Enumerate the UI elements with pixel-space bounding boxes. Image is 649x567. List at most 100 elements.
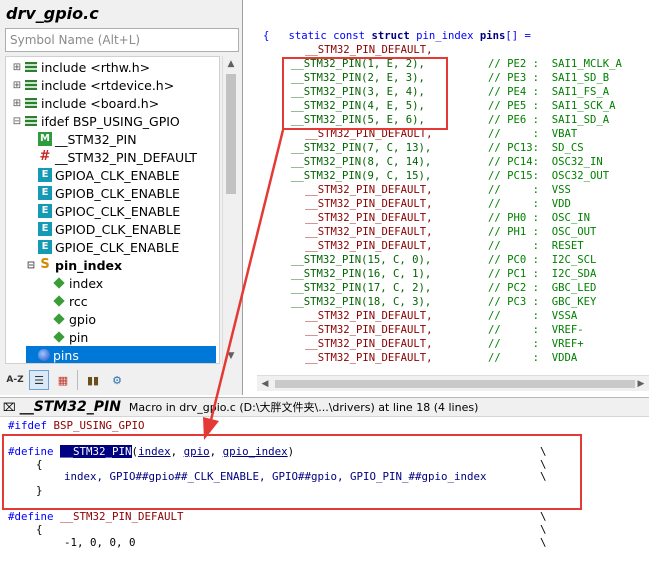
tree-item[interactable]: E GPIOB_CLK_ENABLE bbox=[26, 184, 216, 202]
tree-item[interactable]: E GPIOC_CLK_ENABLE bbox=[26, 202, 216, 220]
macro-definition-view[interactable]: #ifdef BSP_USING_GPIO #define __STM32_PI… bbox=[0, 418, 649, 567]
symbol-search-input[interactable] bbox=[5, 28, 239, 52]
tree-item[interactable]: ⊞ include <rthw.h> bbox=[12, 58, 216, 76]
category-view-icon[interactable]: ▦ bbox=[53, 370, 73, 390]
tree-scrollbar[interactable]: ▲ ▼ bbox=[222, 56, 238, 364]
pin-comment: // : VDD bbox=[488, 198, 571, 210]
include-icon bbox=[24, 78, 38, 92]
tree-item-label: GPIOE_CLK_ENABLE bbox=[55, 239, 180, 255]
tree-item-label: pins bbox=[53, 347, 79, 363]
expand-toggle-icon[interactable]: ⊞ bbox=[12, 80, 22, 91]
tree-item[interactable]: pin bbox=[40, 328, 216, 346]
include-icon bbox=[24, 114, 38, 128]
tree-item[interactable]: M __STM32_PIN bbox=[26, 130, 216, 148]
tree-item-label: ifdef BSP_USING_GPIO bbox=[41, 113, 180, 129]
pin-comment: // PC0 : I2C_SCL bbox=[488, 254, 597, 266]
tree-item[interactable]: ⊞ include <rtdevice.h> bbox=[12, 76, 216, 94]
tree-item[interactable]: E GPIOE_CLK_ENABLE bbox=[26, 238, 216, 256]
pin-comment: // : RESET bbox=[488, 240, 584, 252]
info-macro-name: __STM32_PIN bbox=[19, 399, 121, 415]
tree-item[interactable]: pins bbox=[26, 346, 216, 363]
pin-comment: // PC1 : I2C_SDA bbox=[488, 268, 597, 280]
tree-item-label: pin bbox=[69, 329, 89, 345]
hscroll-thumb[interactable] bbox=[275, 380, 635, 388]
tree-item[interactable]: E GPIOA_CLK_ENABLE bbox=[26, 166, 216, 184]
define-icon: # bbox=[39, 149, 51, 164]
ifdef-line: #ifdef BSP_USING_GPIO bbox=[8, 419, 145, 433]
pin-macro: __STM32_PIN_DEFAULT, bbox=[305, 198, 433, 210]
pin-macro: __STM32_PIN_DEFAULT, bbox=[305, 324, 433, 336]
tree-item-label: GPIOC_CLK_ENABLE bbox=[55, 203, 181, 219]
include-icon bbox=[24, 60, 38, 74]
pin-comment: // PC2 : GBC_LED bbox=[488, 282, 597, 294]
variable-icon bbox=[38, 349, 50, 361]
tree-item-label: include <board.h> bbox=[41, 95, 160, 111]
continuation-5: \ bbox=[540, 523, 547, 536]
scroll-right-icon[interactable]: ▶ bbox=[633, 376, 649, 392]
pin-macro: __STM32_PIN_DEFAULT, bbox=[305, 184, 433, 196]
pin-comment: // PE2 : SAI1_MCLK_A bbox=[488, 58, 622, 70]
tree-item[interactable]: rcc bbox=[40, 292, 216, 310]
pin-comment: // : VBAT bbox=[488, 128, 578, 140]
tree-item[interactable]: ⊟ ifdef BSP_USING_GPIO bbox=[12, 112, 216, 130]
pin-icon[interactable]: ⌧ bbox=[3, 401, 16, 414]
keyword-struct: struct bbox=[371, 30, 410, 42]
enum-icon: E bbox=[38, 186, 52, 200]
scroll-down-icon[interactable]: ▼ bbox=[223, 348, 239, 364]
scroll-up-icon[interactable]: ▲ bbox=[223, 56, 239, 72]
settings-gear-icon[interactable]: ⚙ bbox=[107, 370, 127, 390]
tree-item-label: gpio bbox=[69, 311, 96, 327]
pin-macro: __STM32_PIN(8, C, 14), bbox=[291, 156, 432, 168]
pin-macro: __STM32_PIN_DEFAULT, bbox=[305, 226, 433, 238]
field-icon bbox=[52, 312, 66, 326]
ifdef-keyword: #ifdef bbox=[8, 419, 48, 432]
pin-macro: __STM32_PIN(16, C, 1), bbox=[291, 268, 432, 280]
enum-icon: E bbox=[38, 240, 52, 254]
pin-comment: // PH1 : OSC_OUT bbox=[488, 226, 597, 238]
pin-comment: // PC15: OSC32_OUT bbox=[488, 170, 610, 182]
tree-item[interactable]: ⊟ Spin_index bbox=[26, 256, 216, 274]
pin-comment: // PC3 : GBC_KEY bbox=[488, 296, 597, 308]
tree-item[interactable]: # __STM32_PIN_DEFAULT bbox=[26, 148, 216, 166]
type-name: pin_index bbox=[409, 30, 480, 42]
enum-icon: E bbox=[38, 222, 52, 236]
context-info-bar: ⌧ __STM32_PIN Macro in drv_gpio.c (D:\大胖… bbox=[0, 397, 649, 417]
scroll-thumb[interactable] bbox=[226, 74, 236, 194]
pin-comment: // : VDDA bbox=[488, 352, 578, 364]
pin-comment: // PC13: SD_CS bbox=[488, 142, 584, 154]
pin-comment: // PE4 : SAI1_FS_A bbox=[488, 86, 610, 98]
expand-toggle-icon[interactable]: ⊞ bbox=[12, 62, 22, 73]
tree-item-label: pin_index bbox=[55, 257, 123, 273]
tree-item-label: GPIOD_CLK_ENABLE bbox=[55, 221, 182, 237]
include-icon bbox=[24, 96, 38, 110]
code-editor[interactable]: static const struct pin_index pins[] = {… bbox=[244, 0, 649, 395]
sort-az-button[interactable]: A-Z bbox=[5, 370, 25, 390]
pin-macro: __STM32_PIN_DEFAULT, bbox=[305, 240, 433, 252]
code-horizontal-scrollbar[interactable]: ◀ ▶ bbox=[257, 375, 649, 391]
expand-toggle-icon[interactable]: ⊟ bbox=[26, 260, 36, 271]
expand-toggle-icon[interactable]: ⊟ bbox=[12, 116, 22, 127]
tree-item[interactable]: gpio bbox=[40, 310, 216, 328]
scroll-left-icon[interactable]: ◀ bbox=[257, 376, 273, 392]
macro-body-line-2: -1, 0, 0, 0 bbox=[64, 536, 136, 549]
array-name: pins bbox=[479, 30, 506, 42]
book-icon[interactable]: ▮▮ bbox=[83, 370, 103, 390]
define2-macro-name: __STM32_PIN_DEFAULT bbox=[60, 510, 184, 523]
macro-icon: M bbox=[38, 132, 52, 146]
pin-macro: __STM32_PIN_DEFAULT, bbox=[305, 338, 433, 350]
symbol-toolbar: A-Z ☰ ▦ ▮▮ ⚙ bbox=[5, 368, 238, 392]
symbol-panel: drv_gpio.c ⊞ include <rthw.h> ⊞ include <rt… bbox=[0, 0, 243, 395]
expand-toggle-icon[interactable]: ⊞ bbox=[12, 98, 22, 109]
pin-comment: // : VREF+ bbox=[488, 338, 584, 350]
list-view-icon[interactable]: ☰ bbox=[29, 370, 49, 390]
field-icon bbox=[52, 330, 66, 344]
tree-item[interactable]: index bbox=[40, 274, 216, 292]
tree-item[interactable]: ⊞ include <board.h> bbox=[12, 94, 216, 112]
tree-item[interactable]: E GPIOD_CLK_ENABLE bbox=[26, 220, 216, 238]
define2-line: #define __STM32_PIN_DEFAULT bbox=[8, 510, 184, 524]
struct-icon: S bbox=[40, 257, 50, 272]
file-title: drv_gpio.c bbox=[6, 4, 99, 23]
pin-comment: // PE5 : SAI1_SCK_A bbox=[488, 100, 616, 112]
tree-item-label: __STM32_PIN_DEFAULT bbox=[55, 149, 197, 165]
pin-macro: __STM32_PIN_DEFAULT, bbox=[305, 352, 433, 364]
